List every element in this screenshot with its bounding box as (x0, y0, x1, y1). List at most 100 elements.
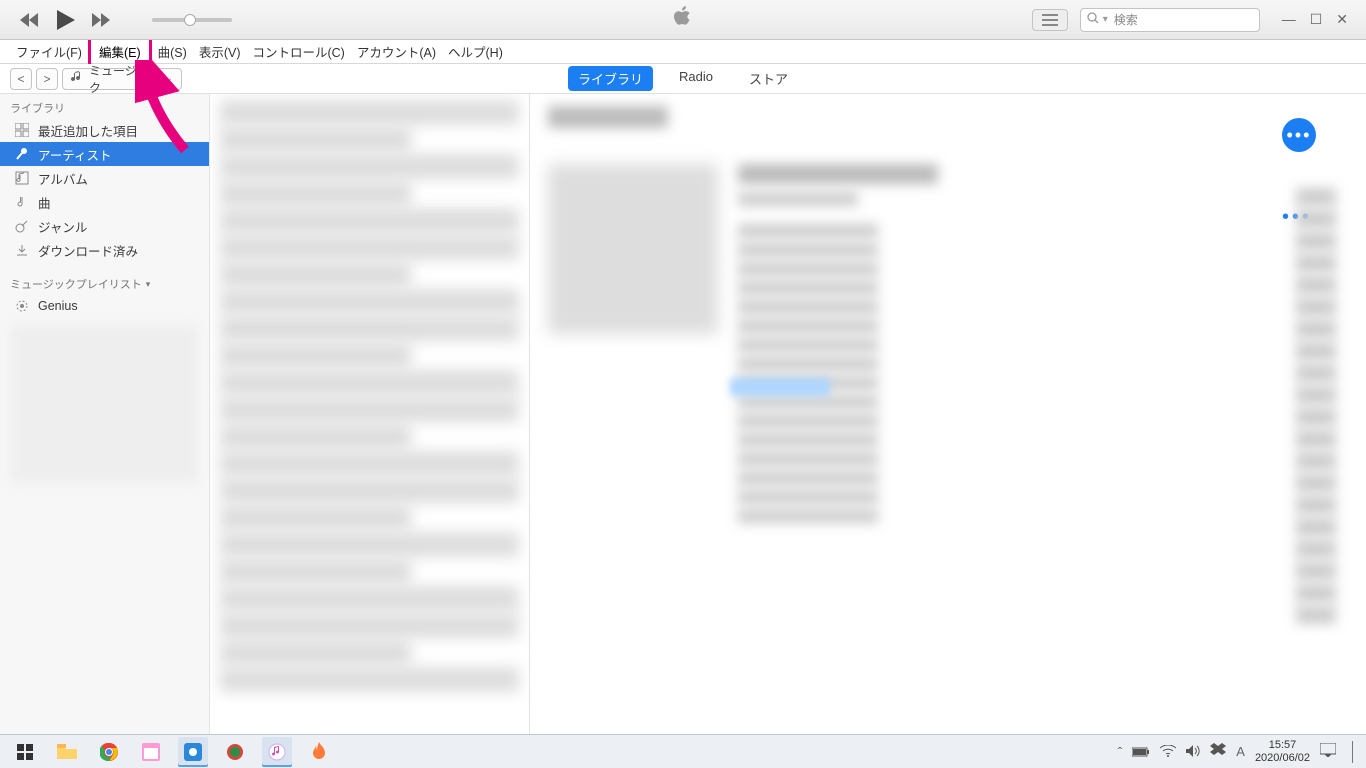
track-row-blurred[interactable] (738, 281, 878, 295)
itunes-taskbar-icon[interactable] (262, 737, 292, 767)
sidebar-section-library: ライブラリ (0, 94, 209, 118)
track-row-blurred[interactable] (738, 262, 878, 276)
list-item[interactable] (220, 424, 411, 449)
menu-file[interactable]: ファイル(F) (10, 40, 88, 63)
track-row-blurred[interactable] (738, 338, 878, 352)
list-item[interactable] (220, 478, 519, 503)
media-type-select[interactable]: ミュージック ⌄ (62, 68, 182, 90)
track-row-blurred[interactable] (738, 471, 878, 485)
calendar-app-icon[interactable] (136, 737, 166, 767)
grid-icon (14, 122, 30, 138)
file-explorer-icon[interactable] (52, 737, 82, 767)
start-button[interactable] (10, 737, 40, 767)
list-item[interactable] (220, 559, 411, 584)
sidebar-item-downloaded[interactable]: ダウンロード済み (0, 238, 209, 262)
list-item[interactable] (220, 640, 411, 665)
list-item[interactable] (220, 451, 519, 476)
more-actions-button[interactable]: ••• (1282, 118, 1316, 152)
track-row-blurred[interactable] (738, 224, 878, 238)
list-item[interactable] (220, 127, 411, 152)
track-row-blurred[interactable] (738, 243, 878, 257)
sidebar-item-songs[interactable]: 曲 (0, 190, 209, 214)
tab-store[interactable]: ストア (739, 66, 798, 91)
list-item[interactable] (220, 181, 411, 206)
list-item[interactable] (220, 343, 411, 368)
dropbox-icon[interactable] (1210, 743, 1226, 760)
track-row-blurred[interactable] (738, 490, 878, 504)
tray-chevron-icon[interactable]: ˆ (1118, 744, 1123, 760)
window-minimize-button[interactable]: — (1282, 11, 1296, 28)
prev-button[interactable] (20, 10, 40, 30)
wifi-icon[interactable] (1160, 744, 1176, 760)
list-item[interactable] (220, 316, 519, 341)
track-row-blurred[interactable] (738, 395, 878, 409)
tab-radio[interactable]: Radio (669, 66, 723, 91)
search-chevron-icon: ▾ (1103, 14, 1108, 25)
genius-icon (14, 298, 30, 314)
track-row-blurred[interactable] (738, 319, 878, 333)
music-note-icon (71, 71, 83, 86)
search-input[interactable]: ▾ 検索 (1080, 8, 1260, 32)
list-item[interactable] (220, 586, 519, 611)
list-item[interactable] (220, 154, 519, 179)
app-icon-blue[interactable] (178, 737, 208, 767)
show-desktop-button[interactable] (1352, 741, 1360, 763)
sidebar-item-recently-added[interactable]: 最近追加した項目 (0, 118, 209, 142)
artist-list-column[interactable] (210, 94, 530, 734)
app-icon-flame[interactable] (304, 737, 334, 767)
apple-logo-icon (673, 5, 693, 34)
window-maximize-button[interactable]: ☐ (1310, 11, 1323, 28)
sidebar-item-albums[interactable]: アルバム (0, 166, 209, 190)
taskbar-clock[interactable]: 15:57 2020/06/02 (1255, 739, 1310, 764)
menu-song[interactable]: 曲(S) (152, 40, 193, 63)
list-item[interactable] (220, 208, 519, 233)
list-item[interactable] (220, 100, 519, 125)
menu-account[interactable]: アカウント(A) (351, 40, 442, 63)
sidebar-blurred-content (10, 324, 199, 484)
album-art-blurred[interactable] (548, 164, 718, 334)
tab-library[interactable]: ライブラリ (568, 66, 653, 91)
windows-taskbar: ˆ A 15:57 2020/06/02 (0, 734, 1366, 768)
action-center-icon[interactable] (1320, 743, 1336, 760)
track-row-blurred[interactable] (738, 452, 878, 466)
list-item[interactable] (220, 262, 411, 287)
list-item[interactable] (220, 667, 519, 692)
menu-view[interactable]: 表示(V) (193, 40, 247, 63)
menu-controls[interactable]: コントロール(C) (246, 40, 350, 63)
album-subtitle-blurred (738, 192, 858, 206)
track-row-blurred[interactable] (738, 357, 878, 371)
guitar-icon (14, 218, 30, 234)
ime-indicator[interactable]: A (1236, 744, 1245, 759)
track-row-blurred[interactable] (738, 509, 878, 523)
menu-help[interactable]: ヘルプ(H) (442, 40, 509, 63)
app-icon-globe[interactable] (220, 737, 250, 767)
list-item[interactable] (220, 532, 519, 557)
list-item[interactable] (220, 613, 519, 638)
album-title-blurred (738, 164, 938, 184)
track-row-blurred[interactable] (738, 433, 878, 447)
track-durations-blurred (1296, 184, 1346, 628)
list-item[interactable] (220, 235, 519, 260)
list-item[interactable] (220, 397, 519, 422)
list-item[interactable] (220, 505, 411, 530)
nav-forward-button[interactable]: > (36, 68, 58, 90)
track-row-blurred[interactable] (738, 300, 878, 314)
chrome-icon[interactable] (94, 737, 124, 767)
volume-icon[interactable] (1186, 744, 1200, 760)
list-item[interactable] (220, 370, 519, 395)
list-view-toggle[interactable] (1032, 9, 1068, 31)
list-item[interactable] (220, 289, 519, 314)
search-placeholder: 検索 (1114, 11, 1138, 28)
next-button[interactable] (92, 10, 112, 30)
play-button[interactable] (56, 10, 76, 30)
nav-back-button[interactable]: < (10, 68, 32, 90)
sidebar-item-artists[interactable]: アーティスト (0, 142, 209, 166)
track-row-blurred[interactable] (738, 414, 878, 428)
volume-slider[interactable] (152, 18, 232, 22)
sidebar-item-genius[interactable]: Genius (0, 294, 209, 318)
sidebar-section-playlists[interactable]: ミュージックプレイリスト ▾ (0, 262, 209, 294)
sidebar-item-genres[interactable]: ジャンル (0, 214, 209, 238)
battery-icon[interactable] (1132, 744, 1150, 760)
sidebar-item-label: アーティスト (38, 145, 112, 164)
window-close-button[interactable]: ✕ (1336, 11, 1348, 28)
